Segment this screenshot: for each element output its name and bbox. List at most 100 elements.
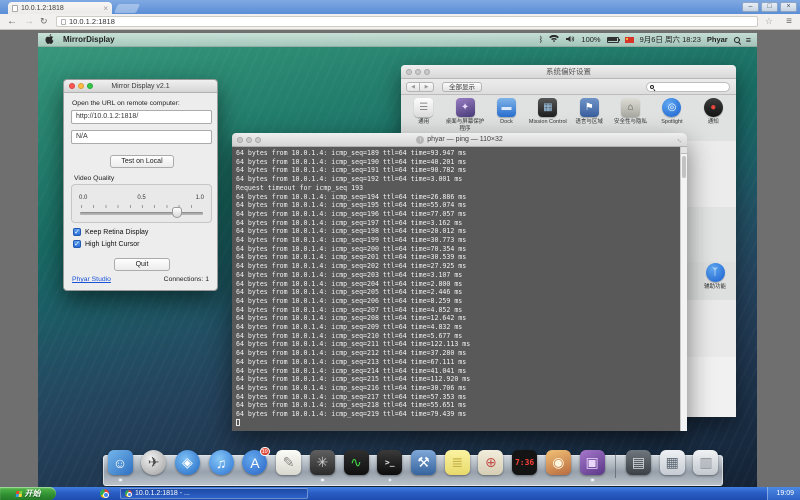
apple-menu-icon[interactable] (45, 34, 54, 45)
remote-mac-screen: MirrorDisplay ᛒ 100% 9月6日 周六 18:23 (38, 33, 757, 487)
new-tab-button[interactable] (114, 4, 140, 13)
pref-label: 通用 (404, 119, 444, 126)
start-button[interactable]: 开始 (0, 487, 56, 500)
scrollbar-box[interactable] (681, 147, 687, 154)
itunes-icon: ♫ (209, 450, 234, 475)
tab-close-icon[interactable]: × (103, 5, 108, 12)
scrollbar-thumb[interactable] (682, 156, 686, 178)
bluetooth-icon[interactable]: ᛒ (539, 35, 544, 44)
terminal-window: 64 bytes from 10.0.1.4: icmp_seq=189 ttl… (232, 133, 687, 431)
terminal-line: 64 bytes from 10.0.1.4: icmp_seq=198 ttl… (236, 227, 680, 236)
browser-menu-icon[interactable]: ≡ (786, 17, 792, 26)
browser-tab[interactable]: 10.0.1.2:1818 × (8, 2, 112, 14)
pref-icon-notifications[interactable]: ●通知 (693, 97, 734, 141)
dock-app-store[interactable]: A19 (242, 450, 268, 478)
taskbar: 开始 10.0.1.2:1818 - ... 19:09 (0, 487, 800, 500)
minimize-traffic-light[interactable] (246, 137, 252, 143)
terminal-line: 64 bytes from 10.0.1.4: icmp_seq=197 ttl… (236, 219, 680, 228)
close-traffic-light[interactable] (237, 137, 243, 143)
wifi-icon[interactable] (549, 35, 559, 45)
tray-clock[interactable]: 19:09 (776, 490, 794, 497)
dock-terminal[interactable]: >_ (377, 450, 403, 478)
prefs-search-field[interactable] (646, 82, 730, 92)
browser-titlebar[interactable]: 10.0.1.2:1818 × – □ × (0, 0, 800, 14)
prefs-forward-button[interactable]: ▶ (420, 82, 434, 92)
page-favicon (12, 5, 18, 12)
search-icon (650, 85, 654, 89)
dock-activity-monitor[interactable]: ∿ (343, 450, 369, 478)
zoom-traffic-light[interactable] (87, 83, 93, 89)
zoom-traffic-light[interactable] (424, 69, 430, 75)
menubar-clock[interactable]: 9月6日 周六 18:23 (640, 34, 701, 45)
dock-downloads-folder[interactable]: ▦ (659, 450, 685, 478)
forward-icon[interactable]: → (24, 17, 34, 27)
mirror-titlebar[interactable]: Mirror Display v2.1 (64, 80, 217, 93)
quit-button[interactable]: Quit (114, 258, 170, 271)
terminal-proxy-icon: ↑ (416, 136, 424, 144)
slider-tick-labels: 0.0 0.5 1.0 (79, 195, 204, 201)
terminal-line: 64 bytes from 10.0.1.4: icmp_seq=200 ttl… (236, 245, 680, 254)
keep-retina-checkbox[interactable]: ✓ Keep Retina Display (73, 228, 148, 236)
terminal-line: 64 bytes from 10.0.1.4: icmp_seq=213 ttl… (236, 358, 680, 367)
dock-mirror-display[interactable]: ▣ (579, 450, 605, 478)
highlight-cursor-checkbox[interactable]: ✓ High Light Cursor (73, 240, 139, 248)
terminal-scrollbar[interactable] (680, 147, 687, 431)
volume-icon[interactable] (565, 35, 575, 45)
pref-label: 桌面与屏幕保护程序 (445, 119, 485, 132)
dock-iphoto[interactable]: ◉ (545, 450, 571, 478)
battery-icon[interactable] (607, 37, 619, 43)
maximize-button[interactable]: □ (761, 2, 778, 12)
spotlight-icon[interactable] (734, 37, 740, 43)
dock-stickies[interactable]: ≣ (444, 450, 470, 478)
test-on-local-button[interactable]: Test on Local (110, 155, 174, 168)
checkbox-check-icon[interactable]: ✓ (73, 240, 81, 248)
zoom-traffic-light[interactable] (255, 137, 261, 143)
minimize-traffic-light[interactable] (415, 69, 421, 75)
dock-items: ☺ ✈◈ ♫ A19 ✎✳ ∿ >_⚒ ≣ ⊕ 7:36 ◉ ▣ ▤▦ ▥ (107, 448, 719, 478)
window-controls: – □ × (742, 2, 797, 12)
pref-label: Spotlight (652, 119, 692, 126)
status-field[interactable]: N/A (71, 130, 212, 144)
close-button[interactable]: × (780, 2, 797, 12)
user-menu[interactable]: Phyar (707, 35, 728, 44)
reload-icon[interactable]: ↻ (40, 16, 48, 27)
prefs-titlebar[interactable]: 系统偏好设置 (401, 65, 736, 79)
dock-system-preferences[interactable]: ✳ (309, 450, 335, 478)
general-icon: ☰ (414, 98, 433, 117)
address-bar[interactable]: 10.0.1.2:1818 (56, 16, 758, 27)
quicklaunch-chrome-icon[interactable] (100, 489, 109, 498)
dock-safari[interactable]: ◈ (174, 450, 200, 478)
checkbox-check-icon[interactable]: ✓ (73, 228, 81, 236)
notification-center-icon[interactable]: ≡ (746, 35, 751, 45)
minimize-button[interactable]: – (742, 2, 759, 12)
quality-slider-thumb[interactable] (172, 207, 182, 218)
bookmark-star-icon[interactable]: ☆ (765, 17, 773, 26)
dock-maps[interactable]: ⊕ (478, 450, 504, 478)
minimize-traffic-light[interactable] (78, 83, 84, 89)
dock-finder[interactable]: ☺ (107, 450, 133, 478)
dock-itunes[interactable]: ♫ (208, 450, 234, 478)
dock-led-clock[interactable]: 7:36 (512, 450, 538, 478)
active-task-button[interactable]: 10.0.1.2:1818 - ... (120, 488, 308, 499)
show-all-button[interactable]: 全部显示 (442, 82, 482, 92)
dock-xcode[interactable]: ⚒ (410, 450, 436, 478)
pref-label: 语言与区域 (569, 119, 609, 126)
pref-icon-accessibility[interactable]: ᛉ 辅助功能 (698, 262, 732, 291)
close-traffic-light[interactable] (406, 69, 412, 75)
dock: ☺ ✈◈ ♫ A19 ✎✳ ∿ >_⚒ ≣ ⊕ 7:36 ◉ ▣ ▤▦ ▥ (103, 446, 723, 487)
dock-textedit[interactable]: ✎ (276, 450, 302, 478)
phyar-studio-link[interactable]: Phyar Studio (72, 276, 111, 283)
mission-control-icon: ▦ (538, 98, 557, 117)
prefs-back-button[interactable]: ◀ (406, 82, 420, 92)
terminal-output[interactable]: 64 bytes from 10.0.1.4: icmp_seq=189 ttl… (232, 147, 680, 431)
quality-slider-track[interactable] (80, 212, 203, 215)
terminal-titlebar[interactable]: ↑ phyar — ping — 110×32 ↔ (232, 133, 687, 147)
input-language-flag-icon[interactable] (625, 37, 634, 43)
dock-launchpad[interactable]: ✈ (141, 450, 167, 478)
back-icon[interactable]: ← (7, 17, 17, 27)
close-traffic-light[interactable] (69, 83, 75, 89)
dock-trash[interactable]: ▥ (693, 450, 719, 478)
remote-url-field[interactable]: http://10.0.1.2:1818/ (71, 110, 212, 124)
active-app-menu[interactable]: MirrorDisplay (63, 35, 115, 44)
dock-applications-folder[interactable]: ▤ (626, 450, 652, 478)
